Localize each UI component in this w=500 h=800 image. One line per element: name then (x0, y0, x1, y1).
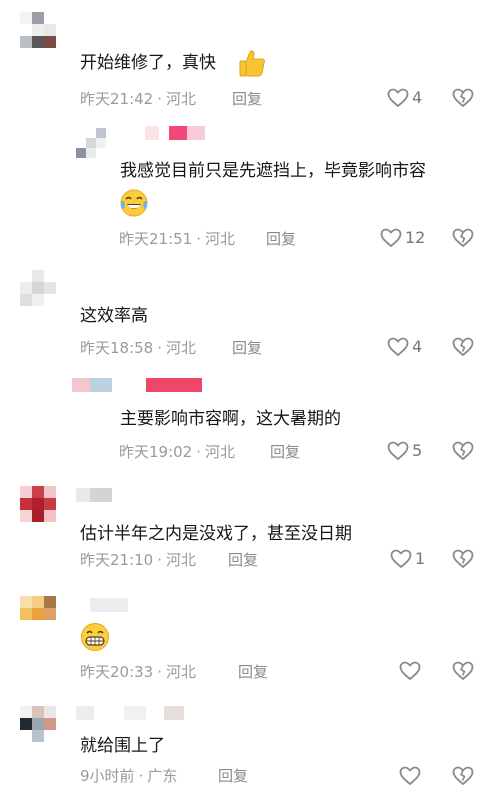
heart-outline-icon (390, 549, 412, 568)
comment-text: 这效率高 (80, 306, 148, 326)
grin-emoji (79, 622, 111, 656)
comment-meta: 9小时前 · 广东 (80, 767, 178, 785)
username-blurred[interactable] (146, 378, 202, 392)
comment-meta: 昨天19:02 · 河北 (119, 443, 236, 461)
broken-heart-icon (452, 337, 474, 356)
comment-time: 昨天19:02 (119, 443, 193, 461)
comment-meta: 昨天21:10 · 河北 (80, 551, 197, 569)
reply-button[interactable]: 回复 (270, 442, 300, 462)
comment-item: 昨天20:33 · 河北 回复 (0, 584, 500, 696)
tears-of-joy-emoji (119, 188, 149, 222)
comment-location: 河北 (205, 443, 236, 461)
reply-comment-item: 我感觉目前只是先遮挡上，毕竟影响市容 昨天21:51 · 河北 回复 12 (0, 118, 500, 266)
username-blurred[interactable] (72, 378, 112, 392)
reply-button[interactable]: 回复 (266, 229, 296, 249)
like-button[interactable] (399, 766, 424, 786)
username-blurred[interactable] (90, 598, 128, 612)
reply-button[interactable]: 回复 (238, 662, 268, 682)
dislike-button[interactable] (452, 337, 474, 361)
comment-location: 河北 (166, 551, 197, 569)
broken-heart-icon (452, 441, 474, 460)
comment-meta: 昨天21:42 · 河北 (80, 90, 197, 108)
comment-item: 开始维修了，真快 昨天21:42 · 河北 回复 4 (0, 0, 500, 118)
comment-meta: 昨天20:33 · 河北 (80, 663, 197, 681)
like-button[interactable]: 12 (380, 228, 425, 248)
reply-button[interactable]: 回复 (228, 550, 258, 570)
username-blurred[interactable] (76, 706, 184, 720)
comment-item: 就给围上了 9小时前 · 广东 回复 (0, 696, 500, 800)
comment-location: 河北 (205, 230, 236, 248)
comment-meta: 昨天18:58 · 河北 (80, 339, 197, 357)
like-button[interactable] (399, 661, 424, 681)
avatar[interactable] (20, 270, 56, 306)
like-button[interactable]: 4 (387, 337, 422, 357)
avatar[interactable] (20, 706, 56, 742)
comment-text: 开始维修了，真快 (80, 53, 216, 73)
dislike-button[interactable] (452, 661, 474, 685)
comment-item: 估计半年之内是没戏了，甚至没日期 昨天21:10 · 河北 回复 1 (0, 474, 500, 584)
comment-location: 河北 (166, 90, 197, 108)
reply-comment-item: 主要影响市容啊，这大暑期的 昨天19:02 · 河北 回复 5 (0, 370, 500, 474)
broken-heart-icon (452, 661, 474, 680)
like-button[interactable]: 4 (387, 88, 422, 108)
heart-outline-icon (399, 661, 421, 680)
like-button[interactable]: 5 (387, 441, 422, 461)
username-blurred[interactable] (145, 126, 205, 140)
dislike-button[interactable] (452, 549, 474, 573)
like-count: 12 (405, 228, 426, 247)
comment-text: 主要影响市容啊，这大暑期的 (120, 409, 341, 429)
like-count: 4 (412, 88, 423, 107)
comment-location: 河北 (166, 663, 197, 681)
comment-time: 昨天18:58 (80, 339, 154, 357)
dislike-button[interactable] (452, 88, 474, 112)
comment-time: 昨天21:42 (80, 90, 154, 108)
like-count: 4 (412, 337, 423, 356)
comment-text: 我感觉目前只是先遮挡上，毕竟影响市容 (120, 161, 426, 181)
dislike-button[interactable] (452, 228, 474, 252)
comment-text: 估计半年之内是没戏了，甚至没日期 (80, 524, 352, 544)
broken-heart-icon (452, 88, 474, 107)
comment-location: 河北 (166, 339, 197, 357)
broken-heart-icon (452, 549, 474, 568)
heart-outline-icon (380, 228, 402, 247)
comment-time: 昨天21:10 (80, 551, 154, 569)
reply-button[interactable]: 回复 (232, 338, 262, 358)
reply-button[interactable]: 回复 (232, 89, 262, 109)
comment-time: 昨天20:33 (80, 663, 154, 681)
username-blurred[interactable] (76, 488, 112, 502)
avatar[interactable] (20, 596, 56, 632)
comment-meta: 昨天21:51 · 河北 (119, 230, 236, 248)
comment-location: 广东 (147, 767, 178, 785)
dislike-button[interactable] (452, 441, 474, 465)
thumbs-up-emoji (237, 48, 267, 82)
reply-button[interactable]: 回复 (218, 766, 248, 786)
like-count: 5 (412, 441, 423, 460)
broken-heart-icon (452, 766, 474, 785)
like-count: 1 (415, 549, 426, 568)
broken-heart-icon (452, 228, 474, 247)
avatar[interactable] (20, 12, 56, 48)
heart-outline-icon (387, 441, 409, 460)
comment-item: 这效率高 昨天18:58 · 河北 回复 4 (0, 266, 500, 370)
comment-time: 昨天21:51 (119, 230, 193, 248)
heart-outline-icon (387, 337, 409, 356)
comment-time: 9小时前 (80, 767, 135, 785)
avatar[interactable] (76, 128, 106, 158)
heart-outline-icon (399, 766, 421, 785)
avatar[interactable] (20, 486, 56, 522)
heart-outline-icon (387, 88, 409, 107)
comment-text: 就给围上了 (80, 736, 165, 756)
dislike-button[interactable] (452, 766, 474, 790)
like-button[interactable]: 1 (390, 549, 425, 569)
